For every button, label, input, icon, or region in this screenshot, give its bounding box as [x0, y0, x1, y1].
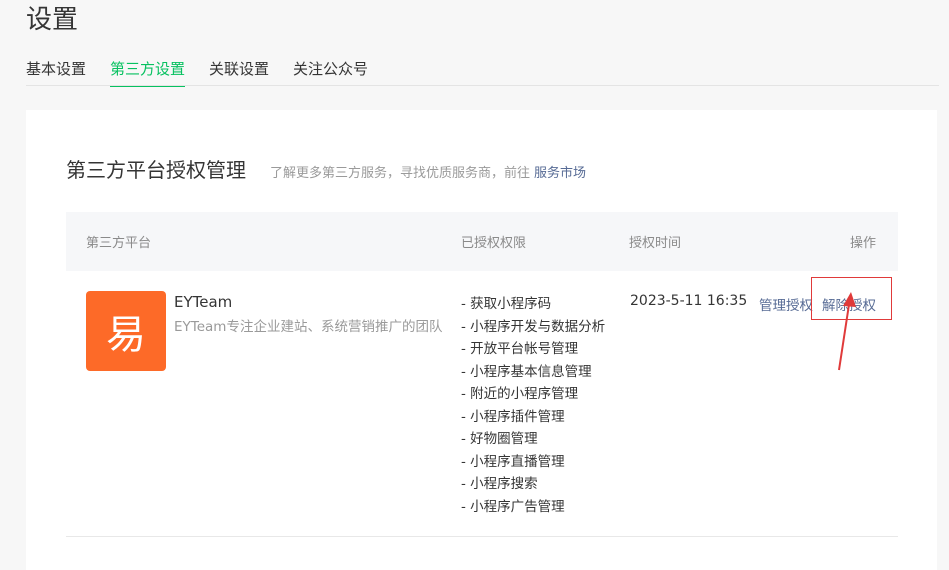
auth-time: 2023-5-11 16:35: [630, 293, 748, 309]
permission-item: - 附近的小程序管理: [461, 386, 579, 402]
settings-tabs: 基本设置 第三方设置 关联设置 关注公众号: [26, 57, 368, 87]
page-title: 设置: [26, 5, 79, 35]
header-permissions: 已授权权限: [461, 236, 527, 251]
tabs-divider: [26, 85, 939, 86]
section-header: 第三方平台授权管理 了解更多第三方服务，寻找优质服务商，前往 服务市场: [66, 154, 586, 183]
table-row: 易 EYTeam EYTeam专注企业建站、系统营销推广的团队 - 获取小程序码…: [66, 271, 898, 536]
platform-description: EYTeam专注企业建站、系统营销推广的团队: [174, 319, 443, 335]
header-actions: 操作: [850, 236, 877, 251]
header-auth-time: 授权时间: [629, 236, 682, 251]
permission-list: - 获取小程序码 - 小程序开发与数据分析 - 开放平台帐号管理 - 小程序基本…: [461, 293, 605, 518]
row-divider: [66, 536, 898, 537]
permission-item: - 小程序基本信息管理: [461, 363, 592, 380]
permission-item: - 小程序广告管理: [461, 498, 565, 515]
tab-third-party-settings[interactable]: 第三方设置: [110, 57, 186, 87]
permission-item: - 小程序搜索: [461, 476, 538, 492]
third-party-card: 第三方平台授权管理 了解更多第三方服务，寻找优质服务商，前往 服务市场 第三方平…: [26, 110, 937, 570]
tab-basic-settings[interactable]: 基本设置: [26, 57, 86, 87]
manage-authorization-link[interactable]: 管理授权: [759, 294, 813, 314]
permission-item: - 小程序插件管理: [461, 408, 565, 425]
header-platform: 第三方平台: [86, 236, 152, 251]
tab-follow-official-account[interactable]: 关注公众号: [293, 57, 368, 87]
service-market-link[interactable]: 服务市场: [534, 162, 586, 181]
permission-item: - 获取小程序码: [461, 296, 552, 312]
platform-logo: 易: [86, 291, 166, 371]
section-description: 了解更多第三方服务，寻找优质服务商，前往: [270, 166, 531, 181]
tab-linked-settings[interactable]: 关联设置: [209, 57, 269, 87]
permission-item: - 好物圈管理: [461, 431, 538, 447]
permission-item: - 小程序开发与数据分析: [461, 318, 606, 335]
platform-logo-glyph: 易: [106, 312, 146, 358]
permission-item: - 开放平台帐号管理: [461, 341, 579, 357]
table-header: 第三方平台 已授权权限 授权时间 操作: [66, 212, 898, 271]
permission-item: - 小程序直播管理: [461, 453, 565, 470]
platform-name: EYTeam: [174, 293, 233, 311]
annotation-arrow-icon: [838, 292, 856, 371]
section-title: 第三方平台授权管理: [66, 158, 246, 182]
